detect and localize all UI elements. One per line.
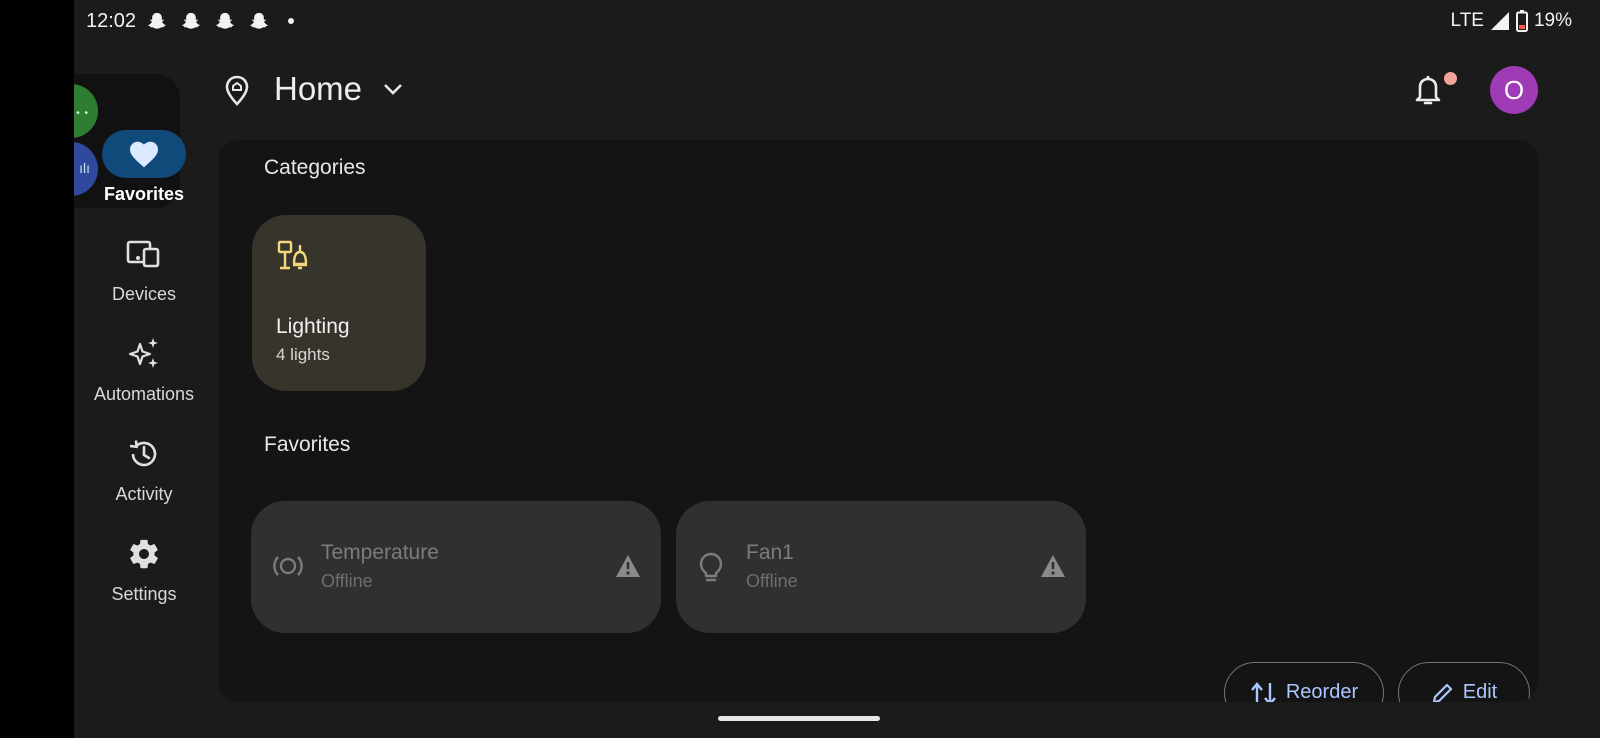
gesture-home-indicator[interactable] [718,716,880,721]
reorder-button[interactable]: Reorder [1224,662,1384,702]
nav-icon-wrap [102,330,186,378]
sparkle-icon [128,338,158,368]
nav-label-favorites: Favorites [103,184,185,204]
nav-item-activity[interactable]: Activity [74,430,214,505]
battery-percent: 19% [1533,10,1572,31]
nav-item-favorites[interactable]: Favorites [74,130,214,205]
favorites-heading: Favorites [264,433,351,456]
nav-label-devices: Devices [111,284,177,304]
snapchat-icon [182,12,200,29]
notification-badge [1444,72,1457,85]
edit-label: Edit [1462,681,1498,702]
lamp-icon [277,240,308,270]
pencil-icon [1432,683,1452,702]
favorite-name: Fan1 [746,541,794,564]
gear-icon [130,539,158,569]
nav-item-devices[interactable]: Devices [74,230,214,305]
location-icon [225,75,249,106]
edit-button[interactable]: Edit [1398,662,1530,702]
favorite-status: Offline [746,571,798,591]
battery-icon [1515,10,1528,32]
category-name: Lighting [276,315,350,338]
signal-icon [1490,12,1509,30]
warning-icon [1041,555,1065,577]
more-notifications-dot [288,18,294,24]
reorder-icon [1250,682,1276,702]
lightbulb-icon [699,552,723,582]
reorder-label: Reorder [1285,681,1359,702]
network-label: LTE [1450,10,1484,31]
heart-icon [130,141,158,168]
nav-label-settings: Settings [111,584,177,604]
snapchat-icon [216,12,234,29]
chevron-down-icon[interactable] [382,78,404,100]
nav-active-indicator [102,130,186,178]
devices-icon [126,240,160,268]
favorite-name: Temperature [321,541,439,564]
notification-icons [146,11,270,33]
snapchat-icon [250,12,268,29]
nav-label-automations: Automations [93,384,195,404]
sensor-icon [273,556,303,576]
nav-icon-wrap [102,230,186,278]
nav-icon-wrap [102,430,186,478]
status-right: LTE 19% [1451,10,1572,32]
home-selector-title[interactable]: Home [274,70,362,108]
history-icon [129,440,157,467]
avatar[interactable]: O [1490,66,1538,114]
categories-heading: Categories [264,156,366,179]
avatar-initial: O [1503,74,1525,105]
favorite-status: Offline [321,571,373,591]
category-count: 4 lights [276,345,330,364]
favorite-card-fan1[interactable]: Fan1 Offline [676,501,1086,633]
app-screen: 12:02 LTE 19% • • ılı Favorites Devices … [74,0,1600,738]
status-bar: 12:02 LTE 19% [74,0,1600,44]
category-card-lighting[interactable]: Lighting 4 lights [252,215,426,391]
nav-icon-wrap [102,530,186,578]
warning-icon [616,555,640,577]
nav-item-automations[interactable]: Automations [74,330,214,405]
nav-label-activity: Activity [115,484,173,504]
main-panel: Categories Lighting 4 lights Favorites T… [218,140,1538,702]
nav-item-settings[interactable]: Settings [74,530,214,605]
favorite-card-temperature[interactable]: Temperature Offline [251,501,661,633]
status-time: 12:02 [86,10,137,32]
snapchat-icon [148,12,166,29]
bell-icon[interactable] [1412,72,1444,108]
